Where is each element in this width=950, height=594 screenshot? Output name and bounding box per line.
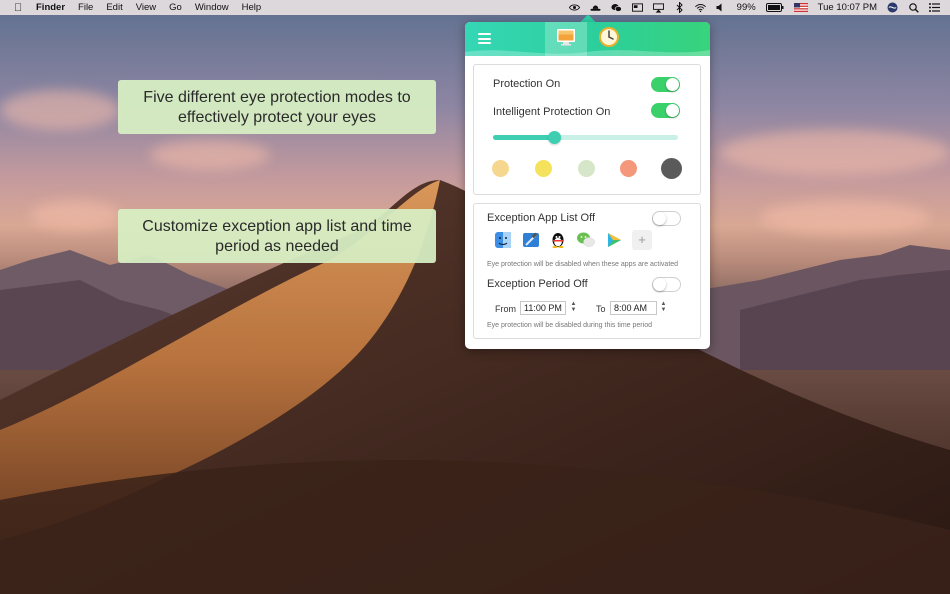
screen-icon[interactable] [631,2,643,13]
intensity-slider-thumb[interactable] [548,131,562,144]
feature-callout-exceptions: Customize exception app list and time pe… [118,209,436,263]
clock-icon [599,26,619,52]
intelligent-protection-toggle[interactable] [651,103,680,118]
us-flag-icon[interactable] [793,2,808,13]
status-area: 99% Tue 10:07 PM [568,0,940,15]
notification-center-icon[interactable] [929,2,940,13]
exception-app-list-label: Exception App List Off [487,212,596,224]
panel-header [465,22,710,56]
video-player-app-icon[interactable] [604,230,624,250]
tab-schedule[interactable] [598,26,620,52]
menu-file[interactable]: File [78,2,93,13]
wechat-icon[interactable] [611,2,622,13]
menu-edit[interactable]: Edit [106,2,122,13]
menubar-clock[interactable]: Tue 10:07 PM [818,2,877,13]
exception-period-label: Exception Period Off [487,278,588,290]
to-label: To [596,304,606,314]
bluetooth-icon[interactable] [674,2,685,13]
menu-bar:  Finder File Edit View Go Window Help 9… [0,0,950,15]
to-time-field[interactable]: 8:00 AM [610,301,657,315]
exception-period-toggle[interactable] [652,277,681,292]
protection-settings: Protection On Intelligent Protection On [473,64,701,195]
mode-swatch-4[interactable] [620,160,637,177]
xcode-app-icon[interactable] [521,230,541,250]
siri-icon[interactable] [887,2,898,13]
airplay-icon[interactable] [652,2,664,13]
menu-finder[interactable]: Finder [36,2,65,13]
exception-settings: Exception App List Off + Eye protection … [473,203,701,339]
intelligent-protection-label: Intelligent Protection On [493,106,611,118]
menu-view[interactable]: View [136,2,156,13]
from-time-stepper[interactable]: ▲ ▼ [570,301,577,315]
volume-icon[interactable] [716,2,727,13]
hamburger-icon[interactable] [478,33,491,44]
exception-period-hint: Eye protection will be disabled during t… [487,322,652,329]
finder-app-icon[interactable] [493,230,513,250]
menu-help[interactable]: Help [242,2,262,13]
mode-swatch-2[interactable] [535,160,552,177]
eye-protection-panel: Protection On Intelligent Protection On … [465,22,710,349]
mode-swatches [492,158,688,180]
exception-app-hint: Eye protection will be disabled when the… [487,261,679,268]
apple-icon[interactable]:  [14,2,26,14]
protection-label: Protection On [493,78,561,90]
mode-swatch-1[interactable] [492,160,509,177]
battery-percent: 99% [736,2,756,13]
protection-toggle[interactable] [651,77,680,92]
from-label: From [495,304,516,314]
intensity-slider[interactable] [493,131,678,144]
intensity-slider-fill [493,135,555,140]
tab-display[interactable] [545,22,587,56]
mode-swatch-3[interactable] [578,160,595,177]
mode-swatch-5[interactable] [661,158,682,179]
header-wave [465,50,710,56]
from-time-field[interactable]: 11:00 PM [520,301,566,315]
display-icon [556,28,576,51]
feature-callout-modes: Five different eye protection modes to e… [118,80,436,134]
menu-window[interactable]: Window [195,2,229,13]
exception-app-list-toggle[interactable] [652,211,681,226]
qq-app-icon[interactable] [548,230,568,250]
to-time-stepper[interactable]: ▲ ▼ [660,301,667,315]
eye-icon[interactable] [568,2,580,13]
add-app-button[interactable]: + [632,230,652,250]
battery-icon[interactable] [765,2,784,13]
wifi-icon[interactable] [694,2,706,13]
menu-go[interactable]: Go [169,2,182,13]
spotlight-search-icon[interactable] [908,2,919,13]
hat-icon[interactable] [590,2,601,13]
wechat-app-icon[interactable] [576,230,596,250]
